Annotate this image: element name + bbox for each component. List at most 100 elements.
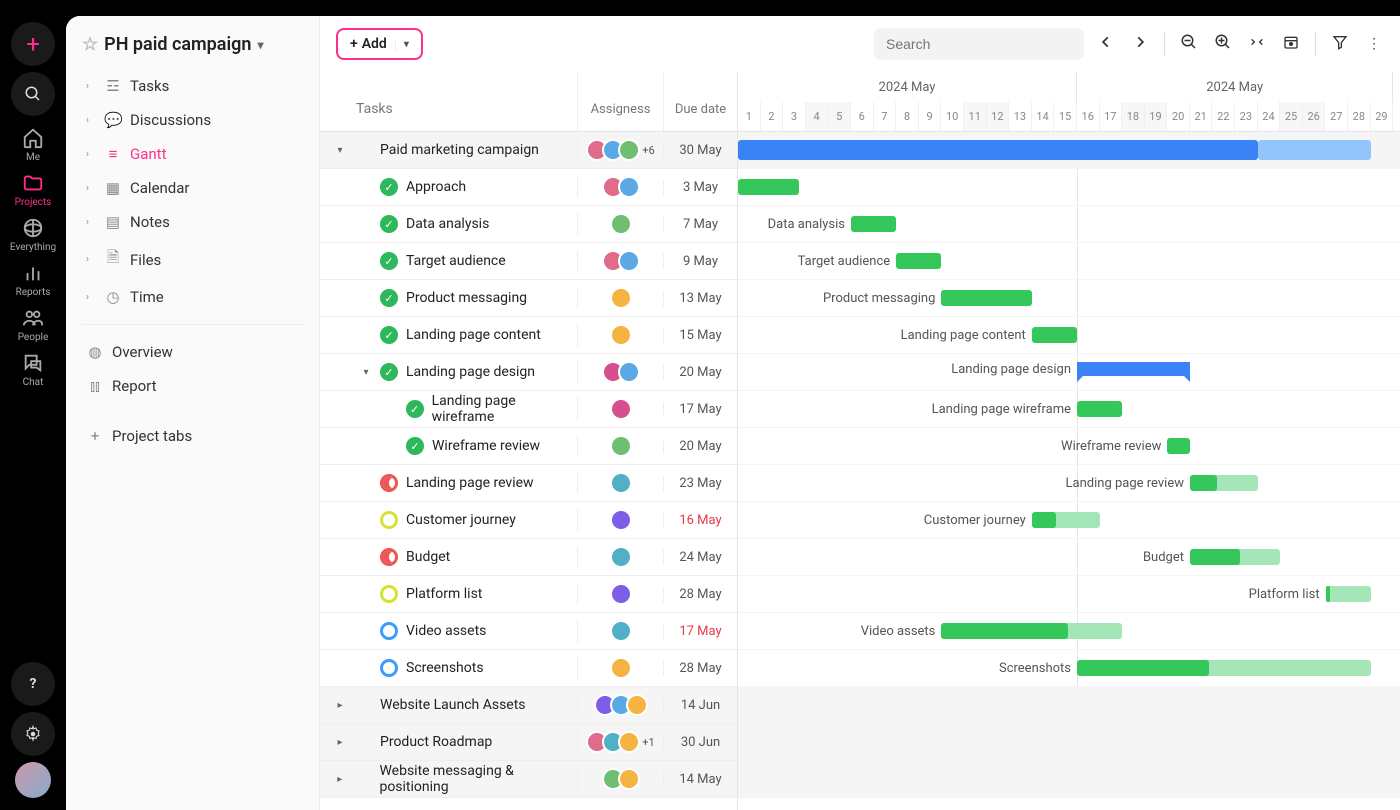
day-7[interactable]: 7 (874, 102, 897, 131)
day-22[interactable]: 22 (1212, 102, 1235, 131)
assignees[interactable] (610, 398, 632, 420)
column-assignees[interactable]: Assigness (577, 72, 663, 131)
status-icon[interactable] (380, 511, 398, 529)
chevron-right-icon[interactable]: ▸ (334, 774, 345, 785)
task-row[interactable]: ▸Website Launch Assets14 Jun (320, 687, 737, 724)
task-row[interactable]: Landing page review23 May (320, 465, 737, 502)
assignees[interactable] (602, 250, 640, 272)
day-21[interactable]: 21 (1190, 102, 1213, 131)
gantt-row[interactable] (738, 687, 1400, 724)
gantt-row[interactable]: Video assets (738, 613, 1400, 650)
due-date[interactable]: 7 May (663, 217, 737, 232)
status-icon[interactable]: ✓ (380, 252, 398, 270)
assignees[interactable] (610, 213, 632, 235)
assignees[interactable] (610, 509, 632, 531)
gantt-bar[interactable]: Wireframe review (1167, 438, 1190, 454)
status-icon[interactable]: ✓ (380, 326, 398, 344)
status-icon[interactable] (380, 622, 398, 640)
rail-chat[interactable]: Chat (10, 347, 56, 392)
gantt-bar[interactable]: Data analysis (851, 216, 896, 232)
assignees[interactable] (610, 620, 632, 642)
gantt-row[interactable] (738, 724, 1400, 761)
task-row[interactable]: ✓Approach3 May (320, 169, 737, 206)
assignees[interactable] (610, 583, 632, 605)
task-row[interactable]: Customer journey16 May (320, 502, 737, 539)
due-date[interactable]: 30 Jun (663, 735, 737, 750)
gantt-row[interactable] (738, 132, 1400, 169)
assignees[interactable] (610, 287, 632, 309)
sidebar-report[interactable]: ⫾⫾Report (76, 369, 309, 403)
task-row[interactable]: ✓Product messaging13 May (320, 280, 737, 317)
gantt-row[interactable]: Customer journey (738, 502, 1400, 539)
prev-button[interactable] (1096, 35, 1116, 53)
gantt-row[interactable]: Landing page design (738, 354, 1400, 391)
day-13[interactable]: 13 (1009, 102, 1032, 131)
gantt-bar[interactable]: Platform list (1326, 586, 1371, 602)
day-3[interactable]: 3 (783, 102, 806, 131)
due-date[interactable]: 15 May (663, 328, 737, 343)
status-icon[interactable] (354, 733, 372, 751)
day-16[interactable]: 16 (1077, 102, 1100, 131)
day-4[interactable]: 4 (806, 102, 829, 131)
due-date[interactable]: 13 May (663, 291, 737, 306)
gantt-row[interactable]: Landing page content (738, 317, 1400, 354)
assignees[interactable]: +6 (586, 139, 654, 161)
due-date[interactable]: 24 May (663, 550, 737, 565)
create-button[interactable]: + (11, 22, 55, 66)
rail-reports[interactable]: Reports (10, 257, 56, 302)
day-9[interactable]: 9 (919, 102, 942, 131)
status-icon[interactable]: ✓ (380, 178, 398, 196)
status-icon[interactable]: ✓ (380, 215, 398, 233)
zoom-out-icon[interactable] (1179, 33, 1199, 55)
status-icon[interactable] (380, 474, 398, 492)
due-date[interactable]: 28 May (663, 661, 737, 676)
rail-projects[interactable]: Projects (10, 167, 56, 212)
project-title[interactable]: ☆ PH paid campaign ▾ (76, 28, 309, 69)
status-icon[interactable]: ✓ (406, 400, 424, 418)
chevron-right-icon[interactable]: ▸ (334, 700, 346, 711)
day-18[interactable]: 18 (1122, 102, 1145, 131)
status-icon[interactable] (354, 141, 372, 159)
help-button[interactable]: ? (11, 662, 55, 706)
status-icon[interactable] (354, 696, 372, 714)
day-20[interactable]: 20 (1167, 102, 1190, 131)
task-row[interactable]: ✓Data analysis7 May (320, 206, 737, 243)
status-icon[interactable]: ✓ (380, 289, 398, 307)
day-17[interactable]: 17 (1100, 102, 1123, 131)
chevron-down-icon[interactable]: ▾ (334, 145, 346, 156)
day-12[interactable]: 12 (987, 102, 1010, 131)
project-tabs-add[interactable]: + Project tabs (76, 419, 309, 453)
due-date[interactable]: 9 May (663, 254, 737, 269)
chevron-right-icon[interactable]: ▸ (334, 737, 346, 748)
gantt-row[interactable]: Platform list (738, 576, 1400, 613)
gantt-row[interactable]: Landing page wireframe (738, 391, 1400, 428)
gantt-group-bar[interactable]: Landing page design (1077, 362, 1190, 376)
assignees[interactable] (602, 361, 640, 383)
sidebar-discussions[interactable]: ›💬Discussions (76, 103, 309, 137)
gantt-row[interactable] (738, 169, 1400, 206)
rail-me[interactable]: Me (10, 122, 56, 167)
assignees[interactable] (610, 324, 632, 346)
day-25[interactable]: 25 (1280, 102, 1303, 131)
task-row[interactable]: Video assets17 May (320, 613, 737, 650)
day-1[interactable]: 1 (738, 102, 761, 131)
task-row[interactable]: ✓Landing page content15 May (320, 317, 737, 354)
gantt-row[interactable]: Wireframe review (738, 428, 1400, 465)
gantt-bar[interactable]: Product messaging (941, 290, 1031, 306)
gantt-bar[interactable] (738, 140, 1258, 160)
rail-everything[interactable]: Everything (10, 212, 56, 257)
settings-button[interactable] (11, 712, 55, 756)
due-date[interactable]: 17 May (663, 624, 737, 639)
gantt-row[interactable]: Landing page review (738, 465, 1400, 502)
task-row[interactable]: Platform list28 May (320, 576, 737, 613)
day-5[interactable]: 5 (828, 102, 851, 131)
column-tasks[interactable]: Tasks (320, 72, 577, 131)
gantt-row[interactable]: Product messaging (738, 280, 1400, 317)
gantt-bar[interactable] (738, 179, 799, 195)
due-date[interactable]: 20 May (663, 439, 737, 454)
day-10[interactable]: 10 (941, 102, 964, 131)
gantt-row[interactable] (738, 761, 1400, 798)
task-row[interactable]: ▾Paid marketing campaign+630 May (320, 132, 737, 169)
sidebar-tasks[interactable]: ›☲Tasks (76, 69, 309, 103)
user-avatar[interactable] (15, 762, 51, 798)
